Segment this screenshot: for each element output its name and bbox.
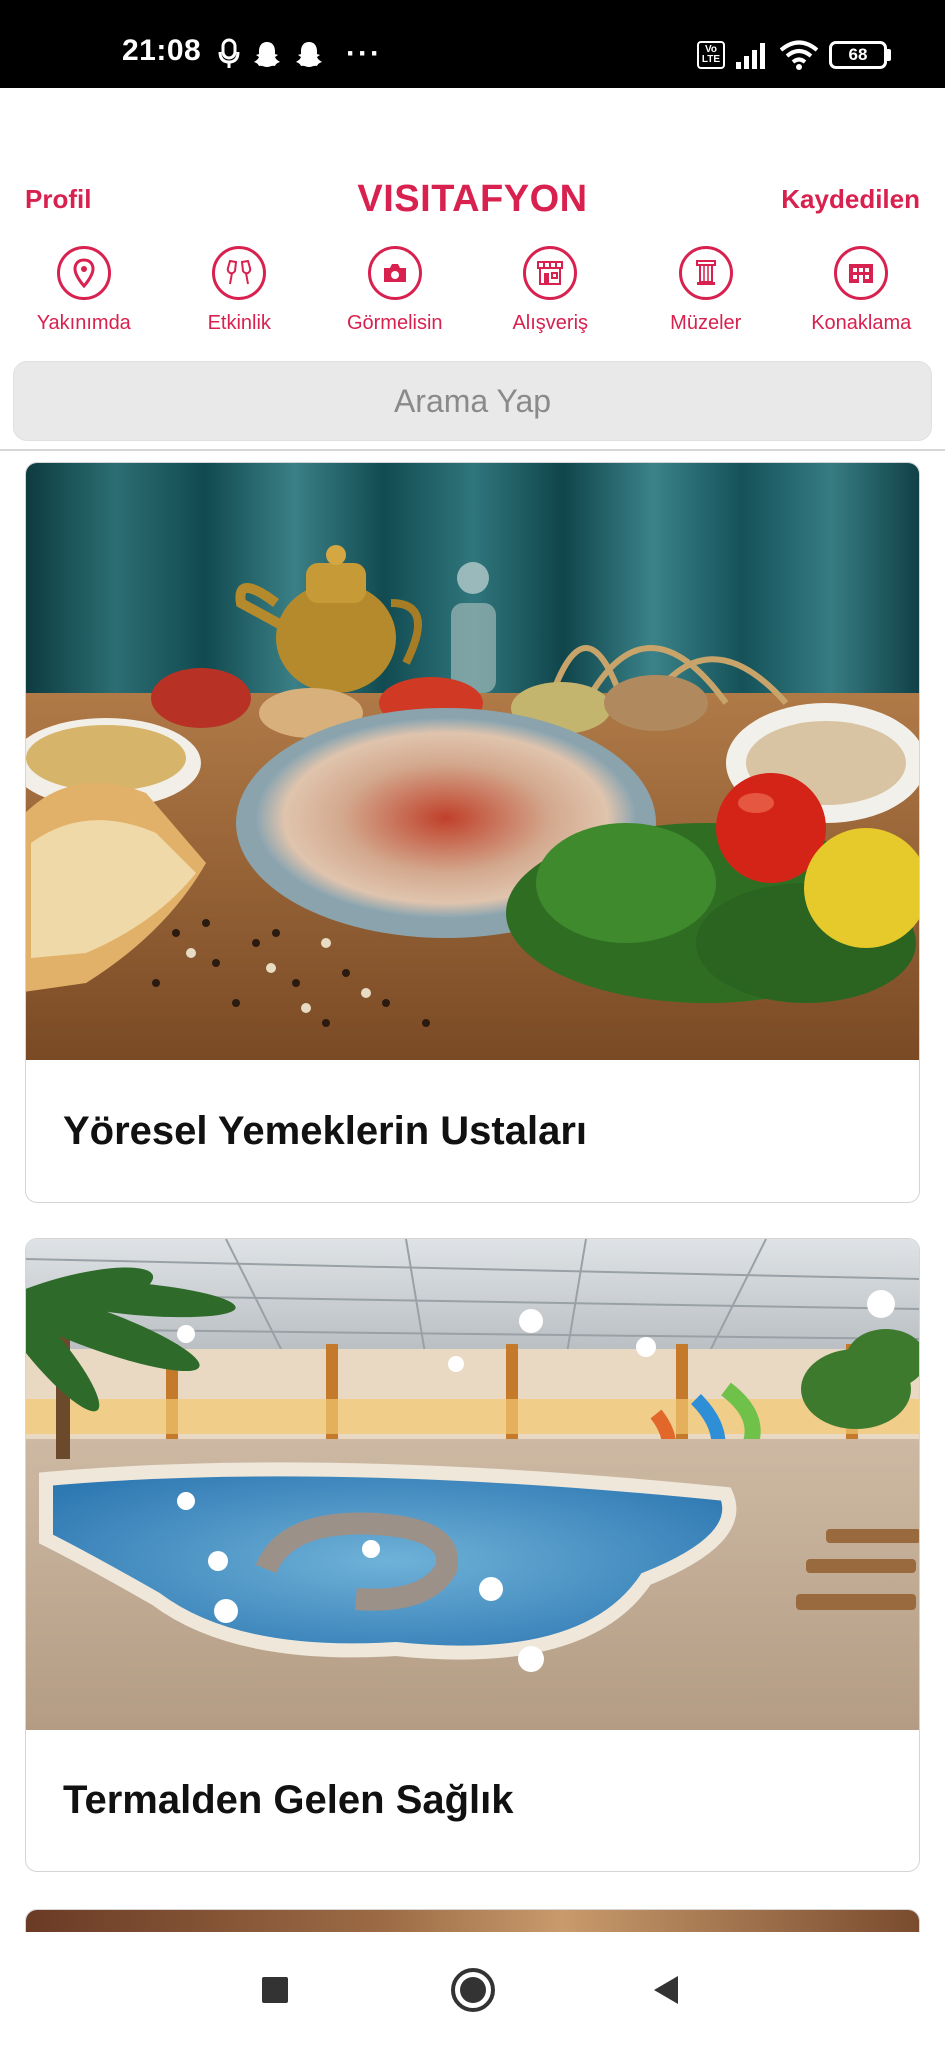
back-button[interactable] <box>636 1960 696 2020</box>
category-must-see[interactable]: Görmelisin <box>320 246 470 342</box>
feed-card[interactable]: Yöresel Yemeklerin Ustaları <box>25 462 920 1203</box>
thermal-pool-photo <box>26 1239 919 1730</box>
category-label: Müzeler <box>670 312 742 334</box>
system-nav-bar <box>0 1932 945 2048</box>
category-label: Alışveriş <box>512 312 589 334</box>
feed: Yöresel Yemeklerin Ustaları Termalden Ge… <box>0 452 945 1932</box>
category-shopping[interactable]: Alışveriş <box>475 246 625 342</box>
category-label: Etkinlik <box>207 312 271 334</box>
recent-apps-button[interactable] <box>245 1960 305 2020</box>
toast-glasses-icon <box>212 246 267 300</box>
volte-icon: Vo LTE <box>697 41 725 69</box>
mic-icon <box>218 38 240 68</box>
status-time: 21:08 <box>122 34 202 67</box>
regional-food-photo <box>26 463 919 1060</box>
overflow-dots: ··· <box>346 37 382 70</box>
search-input[interactable] <box>14 362 931 440</box>
category-label: Konaklama <box>811 312 912 334</box>
app-header: Profil VISITAFYON Kaydedilen <box>0 176 945 226</box>
snapchat-icon <box>296 42 322 67</box>
status-bar: 21:08 ··· Vo LTE 68 <box>0 0 945 88</box>
back-triangle-icon <box>654 1976 678 2004</box>
category-museums[interactable]: Müzeler <box>631 246 781 342</box>
feed-card[interactable] <box>25 1909 920 1932</box>
category-nearby[interactable]: Yakınımda <box>9 246 159 342</box>
store-icon <box>523 246 578 300</box>
wifi-icon <box>779 40 819 70</box>
column-icon <box>678 246 733 300</box>
category-accommodation[interactable]: Konaklama <box>786 246 936 342</box>
category-label: Yakınımda <box>36 312 131 334</box>
battery-icon: 68 <box>829 41 891 69</box>
snapchat-icon <box>254 42 280 67</box>
card-title: Yöresel Yemeklerin Ustaları <box>63 1108 588 1153</box>
category-events[interactable]: Etkinlik <box>164 246 314 342</box>
category-label: Görmelisin <box>346 312 443 334</box>
saved-link[interactable]: Kaydedilen <box>781 184 920 215</box>
square-icon <box>262 1977 288 2003</box>
status-system-icons: Vo LTE 68 <box>697 36 891 74</box>
feed-card[interactable]: Termalden Gelen Sağlık <box>25 1238 920 1872</box>
search-box <box>13 361 932 441</box>
divider <box>0 449 945 451</box>
card-title: Termalden Gelen Sağlık <box>63 1778 514 1822</box>
hotel-icon <box>834 246 889 300</box>
card-photo <box>26 1910 919 1932</box>
status-notifications: ··· <box>218 34 382 74</box>
home-button[interactable] <box>443 1960 503 2020</box>
location-pin-icon <box>56 246 111 300</box>
camera-icon <box>367 246 422 300</box>
category-bar: Yakınımda Etkinlik Görmelisin Alışveriş … <box>0 246 945 342</box>
signal-icon <box>736 43 765 69</box>
circle-icon <box>451 1968 495 2012</box>
